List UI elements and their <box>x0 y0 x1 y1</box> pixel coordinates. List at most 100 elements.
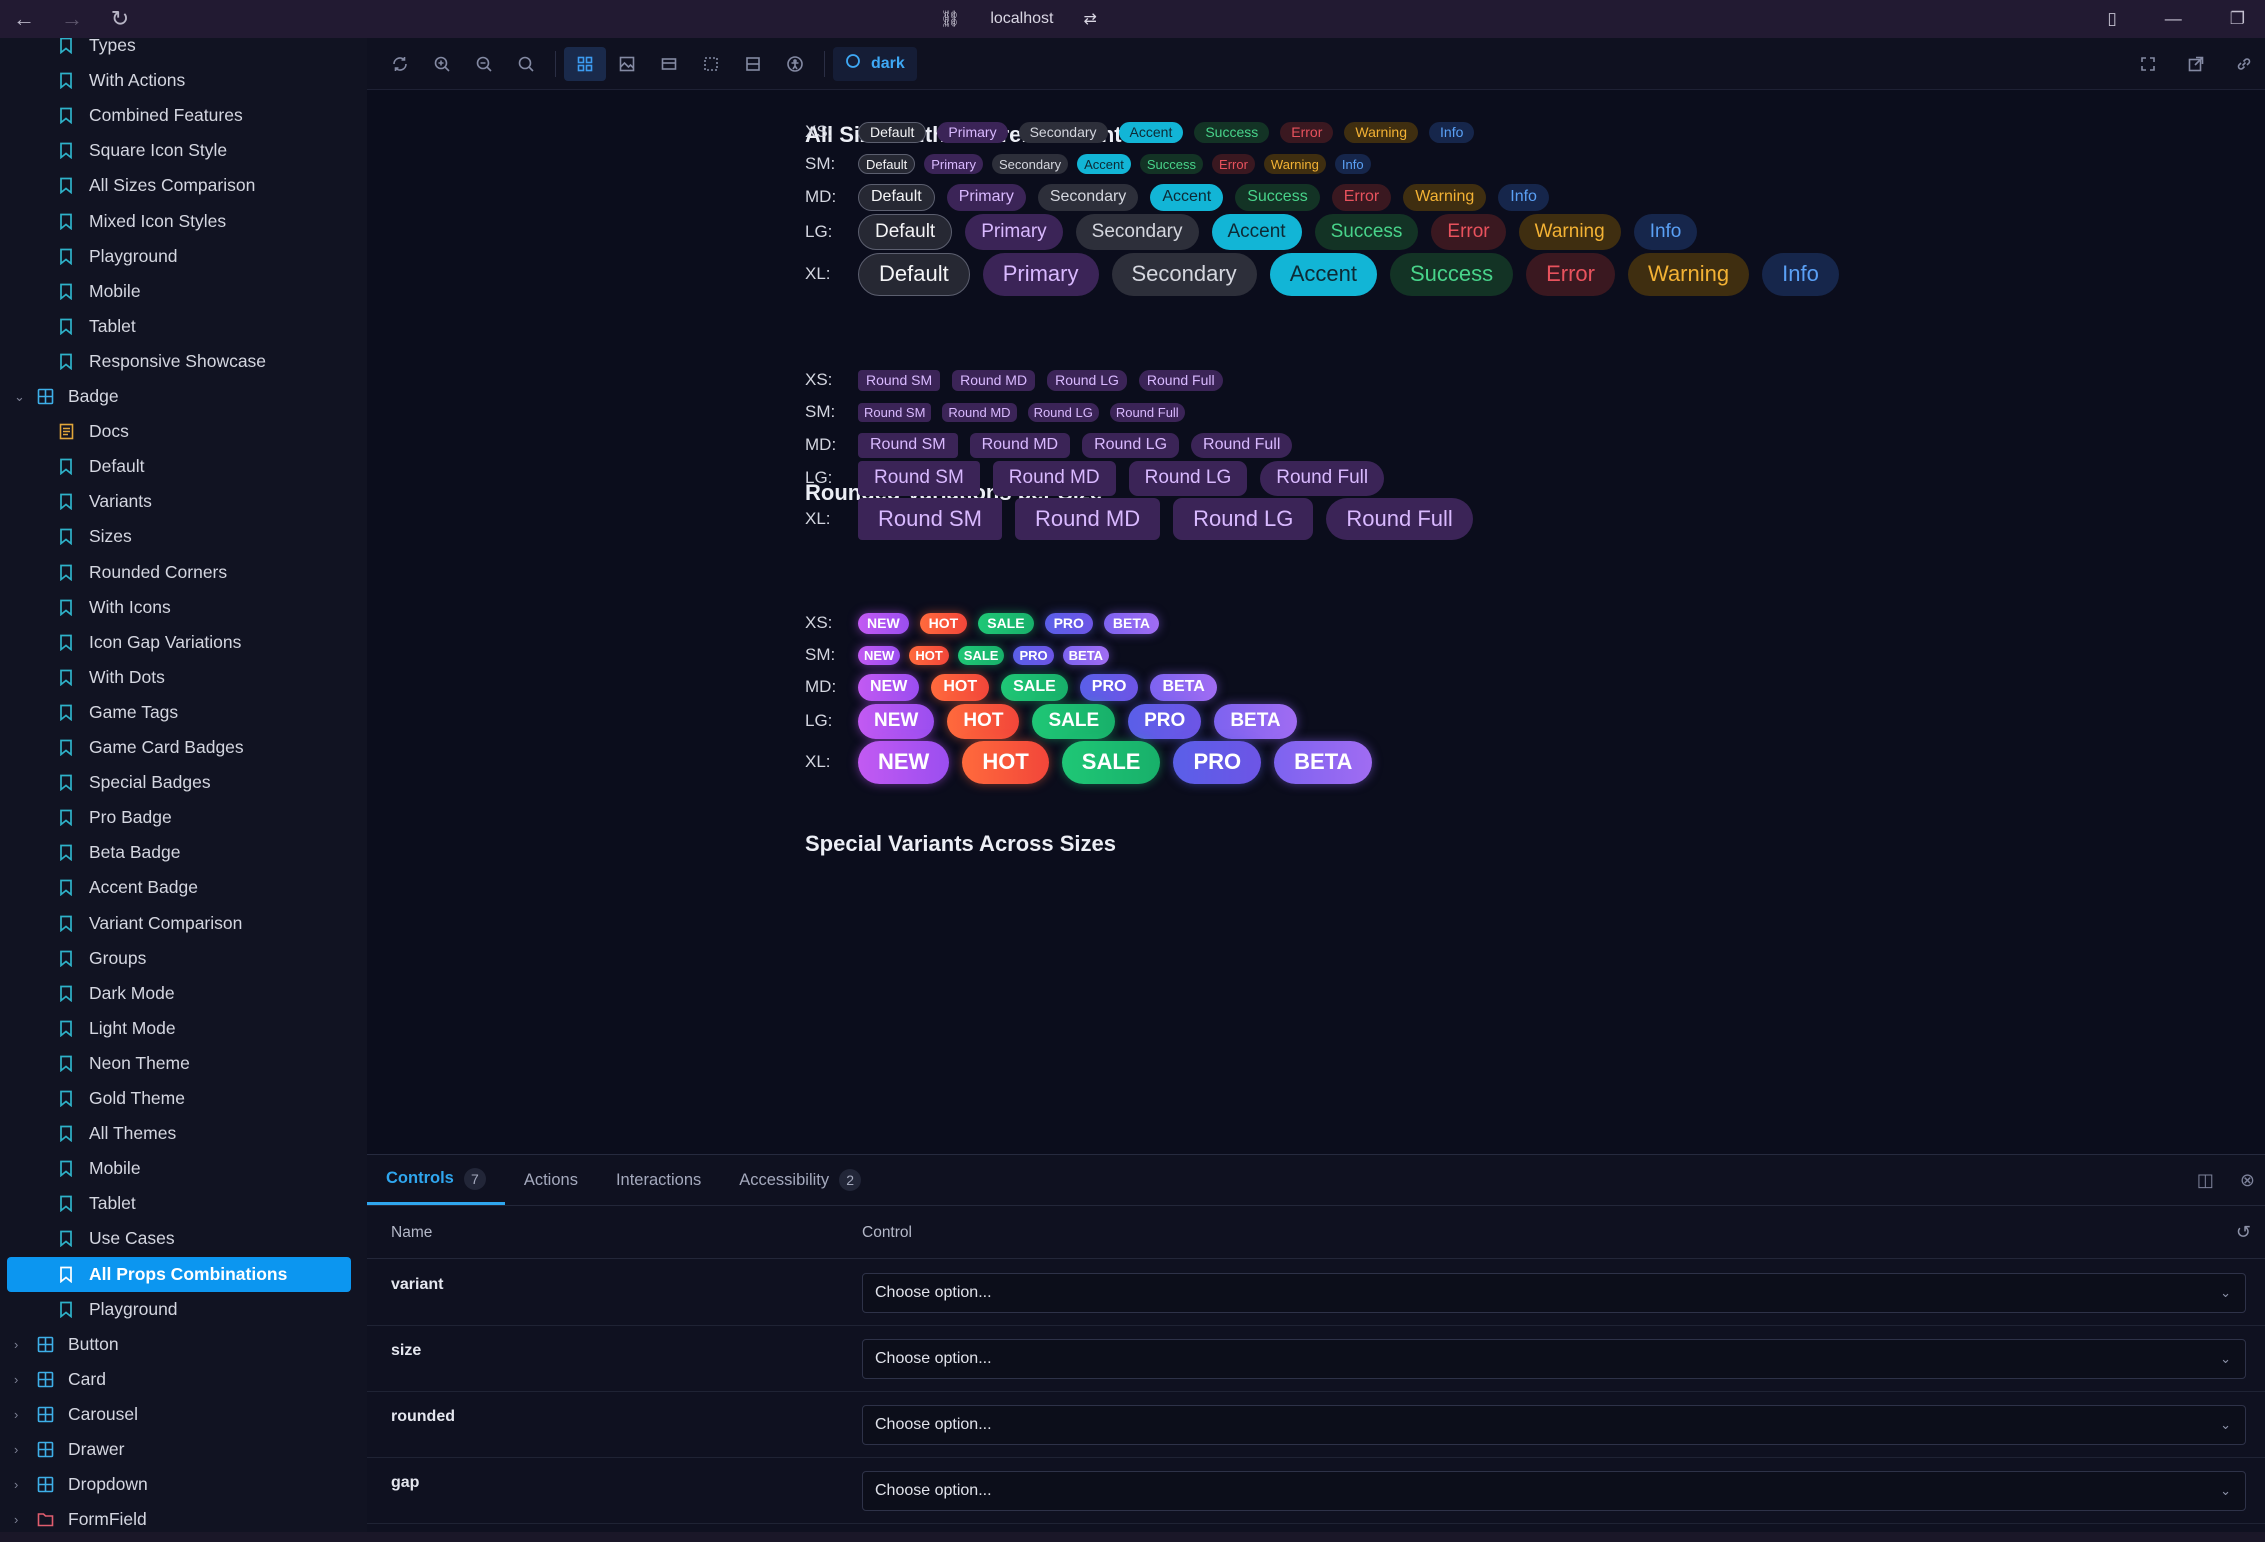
sidebar-item[interactable]: Types <box>0 38 367 63</box>
sidebar-item[interactable]: Special Badges <box>0 765 367 800</box>
sidebar-item[interactable]: › FormField <box>0 1502 367 1532</box>
zoom-in-icon[interactable] <box>421 47 463 81</box>
sidebar-item[interactable]: Variant Comparison <box>0 906 367 941</box>
address-bar[interactable]: ⛓ localhost ⇄ <box>940 0 1097 38</box>
url-text: localhost <box>990 10 1054 27</box>
restore-icon[interactable]: ❐ <box>2230 9 2245 29</box>
outline-icon[interactable] <box>690 47 732 81</box>
tab-accessibility[interactable]: Accessibility 2 <box>720 1155 880 1205</box>
sidebar-item-label: Badge <box>68 386 119 406</box>
back-icon[interactable]: ← <box>0 0 48 38</box>
site-settings-icon[interactable]: ⇄ <box>1083 9 1096 29</box>
badge: Round LG <box>1027 402 1099 422</box>
fullscreen-icon[interactable] <box>2127 47 2169 81</box>
option-select[interactable]: Choose option... ⌄ <box>862 1405 2246 1445</box>
sidebar-item[interactable]: Tablet <box>0 309 367 344</box>
sidebar-item[interactable]: Square Icon Style <box>0 133 367 168</box>
sidebar-item[interactable]: All Themes <box>0 1116 367 1151</box>
bookmark-icon <box>57 352 75 370</box>
sidebar-item[interactable]: Gold Theme <box>0 1081 367 1116</box>
sidebar-item[interactable]: Sizes <box>0 519 367 554</box>
sidebar-item[interactable]: Rounded Corners <box>0 555 367 590</box>
accessibility-icon[interactable] <box>774 47 816 81</box>
bookmark-icon <box>57 107 75 125</box>
sidebar-item[interactable]: Use Cases <box>0 1221 367 1256</box>
copy-link-icon[interactable] <box>2223 47 2265 81</box>
sidebar-item[interactable]: With Actions <box>0 63 367 98</box>
sidebar-item[interactable]: With Dots <box>0 660 367 695</box>
badge: NEW <box>858 612 909 634</box>
remount-icon[interactable] <box>379 47 421 81</box>
sidebar-item[interactable]: Game Tags <box>0 695 367 730</box>
tab-actions[interactable]: Actions <box>505 1155 597 1205</box>
chevron-down-icon[interactable]: ⌄ <box>14 389 36 405</box>
zoom-reset-icon[interactable] <box>505 47 547 81</box>
sidebar-item-label: All Themes <box>89 1123 177 1144</box>
sidebar-item[interactable]: Mobile <box>0 274 367 309</box>
chevron-right-icon[interactable]: › <box>14 1512 36 1527</box>
chevron-right-icon[interactable]: › <box>14 1372 36 1387</box>
sidebar-item[interactable]: Default <box>0 449 367 484</box>
sidebar-item[interactable]: With Icons <box>0 590 367 625</box>
badge: Error <box>1212 154 1255 174</box>
sidebar-item-label: Carousel <box>68 1403 139 1424</box>
tab-controls[interactable]: Controls 7 <box>367 1155 505 1205</box>
sidebar-item[interactable]: Mixed Icon Styles <box>0 204 367 239</box>
sidebar-item[interactable]: Variants <box>0 484 367 519</box>
option-select[interactable]: Choose option... ⌄ <box>862 1339 2246 1379</box>
sidebar-item[interactable]: Dark Mode <box>0 976 367 1011</box>
sidebar-toggle-icon[interactable]: ▯ <box>2107 9 2116 29</box>
chevron-right-icon[interactable]: › <box>14 1442 36 1457</box>
sidebar-item[interactable]: ⌄ Badge <box>0 379 367 414</box>
panel-orientation-icon[interactable]: ◫ <box>2197 1170 2214 1191</box>
tab-interactions[interactable]: Interactions <box>597 1155 720 1205</box>
sidebar-item[interactable]: Icon Gap Variations <box>0 625 367 660</box>
sidebar-item[interactable]: Pro Badge <box>0 800 367 835</box>
sidebar-item[interactable]: Light Mode <box>0 1011 367 1046</box>
sidebar-item[interactable]: Groups <box>0 941 367 976</box>
sidebar-item[interactable]: All Sizes Comparison <box>0 168 367 203</box>
minimize-icon[interactable]: — <box>2165 9 2182 29</box>
badge-group: NEW HOT SALE PRO BETA <box>858 673 1229 701</box>
theme-switcher[interactable]: dark <box>833 46 917 81</box>
close-panel-icon[interactable]: ⊗ <box>2240 1170 2255 1191</box>
open-new-tab-icon[interactable] <box>2175 47 2217 81</box>
sidebar-item[interactable]: Docs <box>0 414 367 449</box>
measure-icon[interactable] <box>732 47 774 81</box>
zoom-out-icon[interactable] <box>463 47 505 81</box>
badge: SALE <box>957 645 1005 665</box>
sidebar-item[interactable]: › Carousel <box>0 1397 367 1432</box>
background-icon[interactable] <box>606 47 648 81</box>
sidebar-item[interactable]: › Drawer <box>0 1432 367 1467</box>
sidebar-item[interactable]: Responsive Showcase <box>0 344 367 379</box>
sidebar-item[interactable]: › Button <box>0 1327 367 1362</box>
sidebar-item[interactable]: All Props Combinations <box>7 1256 351 1292</box>
sidebar-item[interactable]: › Dropdown <box>0 1467 367 1502</box>
viewport-icon[interactable] <box>648 47 690 81</box>
sidebar-item[interactable]: Game Card Badges <box>0 730 367 765</box>
chevron-right-icon[interactable]: › <box>14 1337 36 1352</box>
grid-icon[interactable] <box>564 46 606 81</box>
sidebar-item[interactable]: Beta Badge <box>0 835 367 870</box>
reload-icon[interactable]: ↻ <box>96 0 144 38</box>
sidebar-item[interactable]: Playground <box>0 239 367 274</box>
sidebar-item[interactable]: Combined Features <box>0 98 367 133</box>
size-label: SM: <box>805 402 836 421</box>
sidebar-item-label: Playground <box>89 1298 178 1319</box>
chevron-right-icon[interactable]: › <box>14 1407 36 1422</box>
sidebar-item[interactable]: › Card <box>0 1362 367 1397</box>
sidebar-item[interactable]: Tablet <box>0 1186 367 1221</box>
option-select[interactable]: Choose option... ⌄ <box>862 1273 2246 1313</box>
badge: Success <box>1389 252 1514 296</box>
badge: Round SM <box>858 369 941 391</box>
forward-icon[interactable]: → <box>48 0 96 38</box>
reset-controls-icon[interactable]: ↺ <box>2236 1222 2251 1243</box>
sidebar-item[interactable]: Mobile <box>0 1151 367 1186</box>
chevron-right-icon[interactable]: › <box>14 1477 36 1492</box>
sidebar-item[interactable]: Neon Theme <box>0 1046 367 1081</box>
option-select[interactable]: Choose option... ⌄ <box>862 1471 2246 1511</box>
badge-group: Round SM Round MD Round LG Round Full <box>858 460 1397 496</box>
sidebar-item[interactable]: Playground <box>0 1292 367 1327</box>
bookmark-icon <box>57 1230 75 1248</box>
sidebar-item[interactable]: Accent Badge <box>0 870 367 905</box>
